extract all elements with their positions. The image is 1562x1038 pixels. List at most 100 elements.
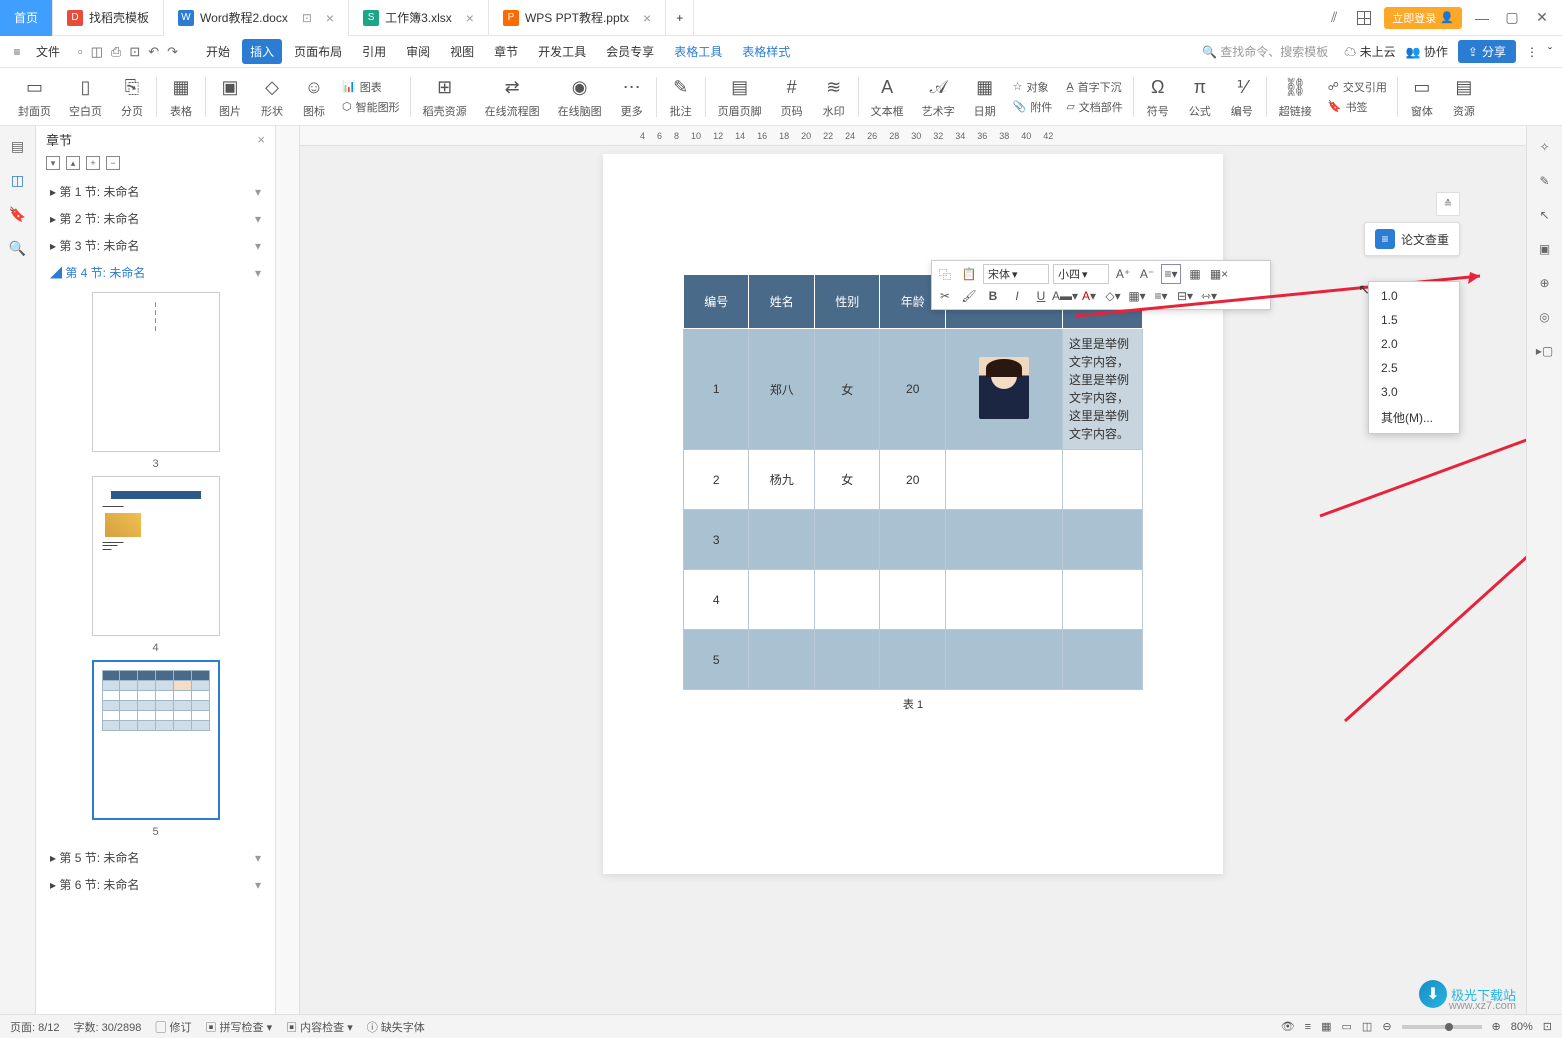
italic-icon[interactable]: I [1007, 286, 1027, 306]
bold-icon[interactable]: B [983, 286, 1003, 306]
picture-button[interactable]: ▣图片 [210, 72, 250, 122]
tab-pptx[interactable]: PWPS PPT教程.pptx× [489, 0, 666, 36]
blank-page-button[interactable]: ▯空白页 [61, 72, 110, 122]
numbering-button[interactable]: ⅟编号 [1222, 72, 1262, 122]
zoom-in-icon[interactable]: ⊕ [1492, 1020, 1501, 1033]
shape-button[interactable]: ◇形状 [252, 72, 292, 122]
view-outline-icon[interactable]: ≡ [1305, 1021, 1311, 1033]
close-icon[interactable]: × [466, 10, 474, 26]
missing-font-status[interactable]: ⓘ 缺失字体 [367, 1019, 425, 1035]
copy-icon[interactable]: ⿻ [935, 264, 955, 284]
page-number-button[interactable]: #页码 [772, 72, 812, 122]
maximize-icon[interactable]: ▢ [1502, 8, 1522, 28]
tab-page-layout[interactable]: 页面布局 [286, 39, 350, 64]
tab-review[interactable]: 审阅 [398, 39, 438, 64]
chapter-pane-icon[interactable]: ◫ [8, 170, 28, 190]
zoom-slider[interactable] [1402, 1025, 1482, 1029]
shading-icon[interactable]: ◇▾ [1103, 286, 1123, 306]
tab-start[interactable]: 开始 [198, 39, 238, 64]
table-row[interactable]: 4 [684, 570, 1143, 630]
line-spacing-icon[interactable]: ≡▾ [1161, 264, 1181, 284]
selected-cell[interactable]: 这里是举例文字内容，这里是举例文字内容，这里是举例文字内容。 [1063, 329, 1143, 450]
page-break-button[interactable]: ⎘分页 [112, 72, 152, 122]
tab-templates[interactable]: D找稻壳模板 [53, 0, 164, 36]
nav-tb-4[interactable]: − [106, 156, 120, 170]
dropcap-button[interactable]: A̲ 首字下沉 [1066, 79, 1122, 95]
section-6[interactable]: ▸ 第 6 节: 未命名▾ [36, 871, 275, 898]
tab-table-tools[interactable]: 表格工具 [666, 39, 730, 64]
wordart-button[interactable]: 𝒜艺术字 [914, 72, 963, 122]
header-footer-button[interactable]: ▤页眉页脚 [710, 72, 770, 122]
search-pane-icon[interactable]: 🔍 [8, 238, 28, 258]
spacing-3.0[interactable]: 3.0 [1369, 380, 1459, 404]
thumb-3[interactable]: ┃┃┃┃ [92, 292, 220, 452]
form-button[interactable]: ▭窗体 [1402, 72, 1442, 122]
online-flowchart-button[interactable]: ⇄在线流程图 [477, 72, 548, 122]
redo-icon[interactable]: ↷ [167, 44, 178, 60]
view-web-icon[interactable]: ▦ [1321, 1020, 1331, 1033]
share-button[interactable]: ⇪ 分享 [1458, 40, 1516, 63]
tab-xlsx[interactable]: S工作簿3.xlsx× [349, 0, 489, 36]
resources-button[interactable]: ▤资源 [1444, 72, 1484, 122]
preview-icon[interactable]: ⊡ [129, 44, 140, 60]
nav-tb-3[interactable]: + [86, 156, 100, 170]
tab-table-style[interactable]: 表格样式 [734, 39, 798, 64]
xref-button[interactable]: ☍ 交叉引用 [1328, 79, 1387, 95]
paste-icon[interactable]: 📋 [959, 264, 979, 284]
nav-tb-2[interactable]: ▴ [66, 156, 80, 170]
assistant-icon[interactable]: ✧ [1536, 138, 1554, 156]
cut-icon[interactable]: ✂ [935, 286, 955, 306]
new-icon[interactable]: ◫ [91, 44, 103, 60]
content-check-status[interactable]: ▣ 内容检查 ▾ [286, 1019, 353, 1035]
bookmark-pane-icon[interactable]: 🔖 [8, 204, 28, 224]
zoom-level[interactable]: 80% [1511, 1021, 1533, 1033]
bookmark-button[interactable]: 🔖 书签 [1328, 99, 1387, 115]
date-button[interactable]: ▦日期 [965, 72, 1005, 122]
spacing-other[interactable]: 其他(M)... [1369, 404, 1459, 431]
daoqi-resources-button[interactable]: ⊞稻壳资源 [415, 72, 475, 122]
menu-burger-icon[interactable]: ≡ [8, 43, 26, 61]
table-row[interactable]: 1郑八女20 这里是举例文字内容，这里是举例文字内容，这里是举例文字内容。 [684, 329, 1143, 450]
table-row[interactable]: 3 [684, 510, 1143, 570]
watermark-button[interactable]: ≋水印 [814, 72, 854, 122]
online-mindmap-button[interactable]: ◉在线脑图 [550, 72, 610, 122]
section-3[interactable]: ▸ 第 3 节: 未命名▾ [36, 232, 275, 259]
page-indicator[interactable]: 页面: 8/12 [10, 1019, 60, 1035]
cover-page-button[interactable]: ▭封面页 [10, 72, 59, 122]
tab-add[interactable]: + [666, 0, 694, 36]
save-icon[interactable]: ▫ [78, 44, 83, 60]
revision-toggle[interactable]: ▢ 修订 [155, 1019, 191, 1035]
section-5[interactable]: ▸ 第 5 节: 未命名▾ [36, 844, 275, 871]
insert-table-icon[interactable]: ▦ [1185, 264, 1205, 284]
search-commands[interactable]: 🔍 查找命令、搜索模板 [1196, 40, 1334, 63]
table-row[interactable]: 5 [684, 630, 1143, 690]
merge-icon[interactable]: ⊟▾ [1175, 286, 1195, 306]
symbol-button[interactable]: Ω符号 [1138, 72, 1178, 122]
align-icon[interactable]: ≡▾ [1151, 286, 1171, 306]
object-button[interactable]: ☆ 对象 [1013, 79, 1053, 95]
format-painter-icon[interactable]: 🖌 [959, 286, 979, 306]
history-icon[interactable]: ⊕ [1536, 274, 1554, 292]
increase-font-icon[interactable]: A⁺ [1113, 264, 1133, 284]
borders-icon[interactable]: ▦▾ [1127, 286, 1147, 306]
paper-check-button[interactable]: ≡论文查重 [1364, 222, 1460, 256]
thumb-5[interactable] [92, 660, 220, 820]
close-icon[interactable]: × [326, 10, 334, 26]
close-icon[interactable]: × [643, 10, 651, 26]
file-menu[interactable]: 文件 [28, 43, 68, 60]
cloud-status[interactable]: ☁ 未上云 [1344, 43, 1395, 60]
view-print-icon[interactable]: ▭ [1342, 1020, 1352, 1033]
nav-close-icon[interactable]: × [257, 132, 265, 147]
icon-button[interactable]: ☺图标 [294, 72, 334, 122]
login-button[interactable]: 立即登录👤 [1384, 7, 1462, 29]
section-2[interactable]: ▸ 第 2 节: 未命名▾ [36, 205, 275, 232]
smart-graphic-button[interactable]: ⬡ 智能图形 [342, 99, 400, 115]
outline-icon[interactable]: ▤ [8, 136, 28, 156]
pin-icon[interactable]: ⊡ [302, 11, 312, 25]
font-family-select[interactable]: 宋体 ▾ [983, 264, 1049, 284]
comment-button[interactable]: ✎批注 [661, 72, 701, 122]
section-1[interactable]: ▸ 第 1 节: 未命名▾ [36, 178, 275, 205]
print-icon[interactable]: ⎙ [111, 44, 121, 60]
tab-dev[interactable]: 开发工具 [530, 39, 594, 64]
more-button[interactable]: ⋯更多 [612, 72, 652, 122]
